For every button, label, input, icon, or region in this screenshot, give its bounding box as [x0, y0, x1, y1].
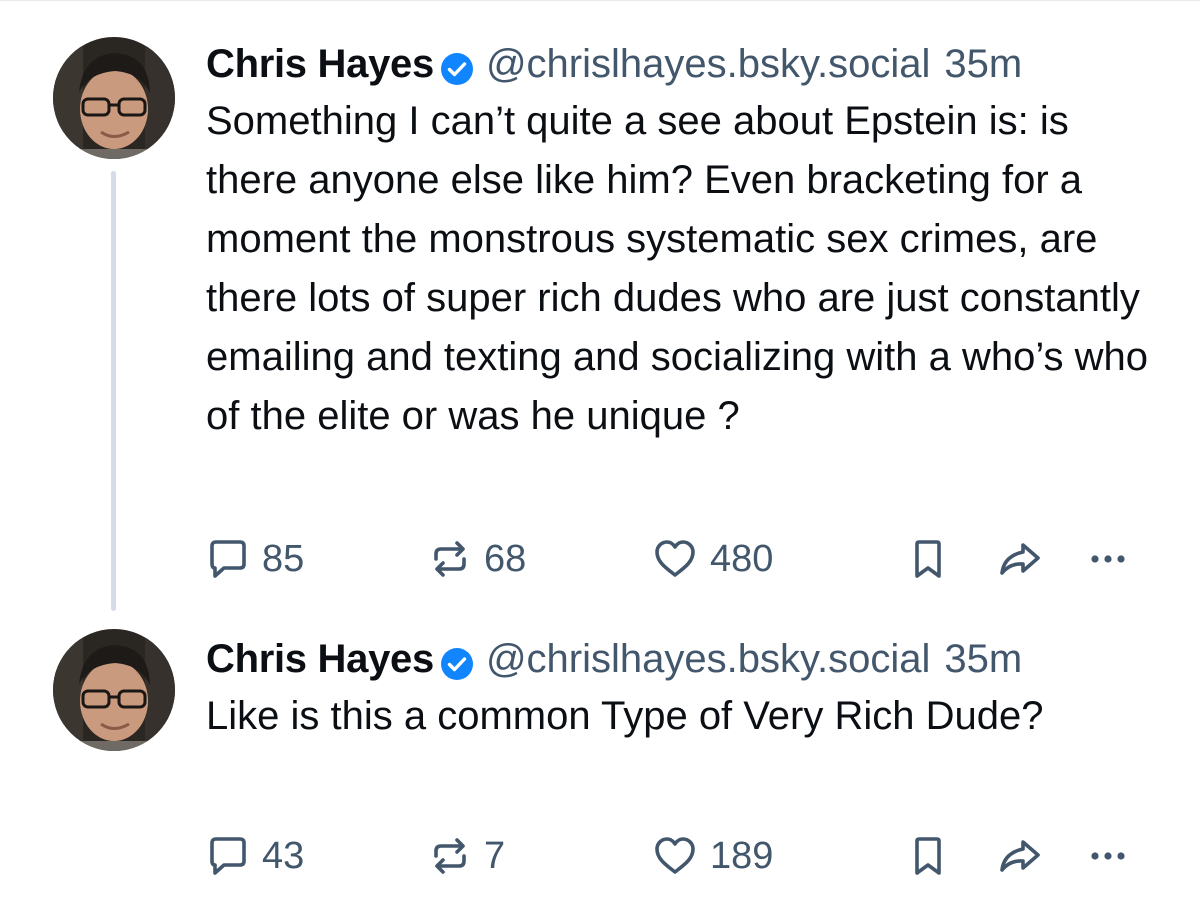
bookmark-button[interactable] [908, 831, 948, 881]
share-arrow-icon [996, 834, 1044, 878]
like-button[interactable]: 189 [652, 831, 773, 881]
more-options-button[interactable] [1086, 831, 1130, 881]
reply-count: 85 [262, 537, 305, 580]
repost-count: 7 [484, 834, 506, 877]
post-text: Like is this a common Type of Very Rich … [206, 694, 1044, 738]
share-button[interactable] [996, 534, 1044, 584]
reply-count: 43 [262, 834, 305, 877]
author-handle[interactable]: @chrislhayes.bsky.social [486, 633, 930, 685]
heart-icon [652, 834, 698, 878]
share-arrow-icon [996, 537, 1044, 581]
repost-button[interactable]: 7 [428, 831, 505, 881]
like-count: 480 [710, 537, 774, 580]
post-text: Something I can’t quite a see about Epst… [206, 99, 1149, 438]
verified-check-icon [440, 642, 474, 680]
repost-arrows-icon [428, 537, 472, 581]
speech-bubble-icon [206, 537, 250, 581]
ellipsis-icon [1086, 537, 1130, 581]
post-header: Chris Hayes @chrislhayes.bsky.social 35m [206, 38, 1160, 90]
post-timestamp[interactable]: 35m [944, 38, 1022, 90]
author-handle[interactable]: @chrislhayes.bsky.social [486, 38, 930, 90]
like-button[interactable]: 480 [652, 534, 773, 584]
author-name[interactable]: Chris Hayes [206, 38, 434, 90]
heart-icon [652, 537, 698, 581]
post-content: Chris Hayes @chrislhayes.bsky.social 35m… [206, 38, 1160, 446]
author-name[interactable]: Chris Hayes [206, 633, 434, 685]
verified-check-icon [440, 47, 474, 85]
repost-count: 68 [484, 537, 527, 580]
thread-line [111, 171, 116, 611]
speech-bubble-icon [206, 834, 250, 878]
reply-button[interactable]: 85 [206, 534, 304, 584]
more-options-button[interactable] [1086, 534, 1130, 584]
share-button[interactable] [996, 831, 1044, 881]
post-content: Chris Hayes @chrislhayes.bsky.social 35m… [206, 633, 1160, 746]
post-timestamp[interactable]: 35m [944, 633, 1022, 685]
post-actions: 85 68 480 [206, 534, 1166, 584]
ellipsis-icon [1086, 834, 1130, 878]
reply-button[interactable]: 43 [206, 831, 304, 881]
like-count: 189 [710, 834, 774, 877]
repost-arrows-icon [428, 834, 472, 878]
avatar[interactable] [53, 629, 175, 751]
bookmark-icon [908, 834, 948, 878]
post[interactable]: Chris Hayes @chrislhayes.bsky.social 35m… [0, 0, 1200, 615]
bookmark-icon [908, 537, 948, 581]
repost-button[interactable]: 68 [428, 534, 526, 584]
bookmark-button[interactable] [908, 534, 948, 584]
post-header: Chris Hayes @chrislhayes.bsky.social 35m [206, 633, 1160, 685]
avatar[interactable] [53, 37, 175, 159]
post-actions: 43 7 189 [206, 831, 1166, 881]
post[interactable]: Chris Hayes @chrislhayes.bsky.social 35m… [0, 615, 1200, 923]
